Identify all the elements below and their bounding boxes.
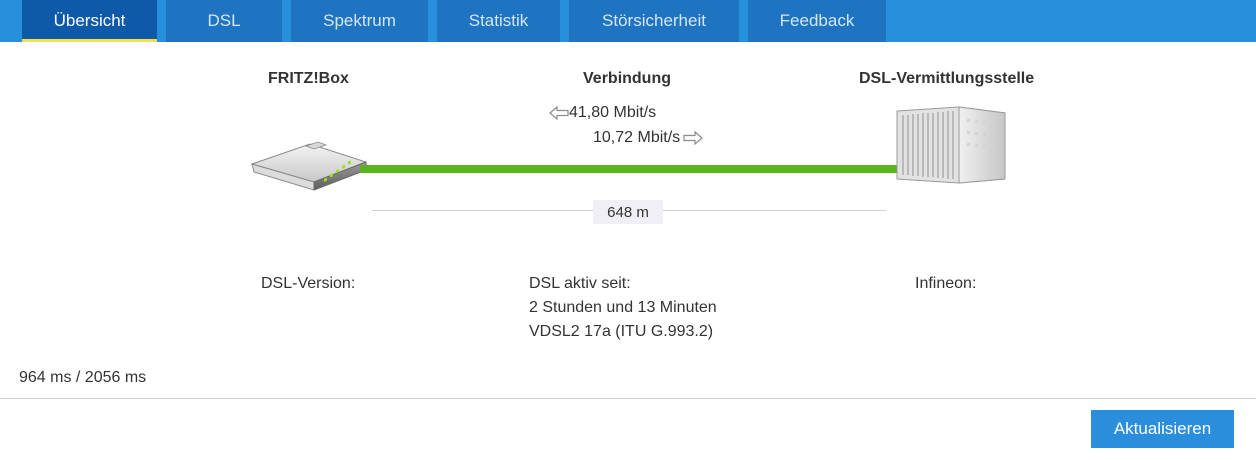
dsl-active-since-label: DSL aktiv seit: xyxy=(529,275,631,292)
tab-bar: Übersicht DSL Spektrum Statistik Störsic… xyxy=(0,0,1256,42)
tab-label: DSL xyxy=(207,11,241,30)
arrow-left-icon xyxy=(549,106,569,120)
upstream-rate: 10,72 Mbit/s xyxy=(593,129,704,147)
downstream-value: 41,80 Mbit/s xyxy=(569,104,657,121)
tab-label: Übersicht xyxy=(53,11,126,30)
dsl-exchange-icon xyxy=(896,106,1006,184)
tab-dsl[interactable]: DSL xyxy=(166,0,282,42)
connection-line xyxy=(360,165,905,173)
footer-divider xyxy=(0,398,1256,399)
dsl-active-duration: 2 Stunden und 13 Minuten xyxy=(529,299,717,316)
upstream-value: 10,72 Mbit/s xyxy=(593,129,681,146)
tab-label: Statistik xyxy=(468,11,529,30)
tab-spektrum[interactable]: Spektrum xyxy=(291,0,428,42)
tab-uebersicht[interactable]: Übersicht xyxy=(22,0,157,42)
tab-label: Feedback xyxy=(779,11,855,30)
tab-label: Störsicherheit xyxy=(602,11,706,30)
arrow-right-icon xyxy=(683,131,704,145)
tab-label: Spektrum xyxy=(323,11,396,30)
exchange-heading: DSL-Vermittlungsstelle xyxy=(859,70,1035,87)
distance-label: 648 m xyxy=(593,200,663,224)
active-tab-indicator xyxy=(22,39,157,42)
connection-heading: Verbindung xyxy=(583,70,671,87)
fritzbox-heading: FRITZ!Box xyxy=(268,70,349,87)
downstream-rate: 41,80 Mbit/s xyxy=(549,104,656,122)
fritzbox-router-icon xyxy=(250,141,368,191)
tab-feedback[interactable]: Feedback xyxy=(748,0,886,42)
chipset-label: Infineon: xyxy=(915,275,977,292)
timing-text: 964 ms / 2056 ms xyxy=(19,369,147,386)
dsl-mode: VDSL2 17a (ITU G.993.2) xyxy=(529,323,714,340)
dsl-version-label: DSL-Version: xyxy=(261,275,356,292)
refresh-button[interactable]: Aktualisieren xyxy=(1091,410,1234,448)
tab-statistik[interactable]: Statistik xyxy=(437,0,560,42)
tab-stoersicherheit[interactable]: Störsicherheit xyxy=(569,0,739,42)
